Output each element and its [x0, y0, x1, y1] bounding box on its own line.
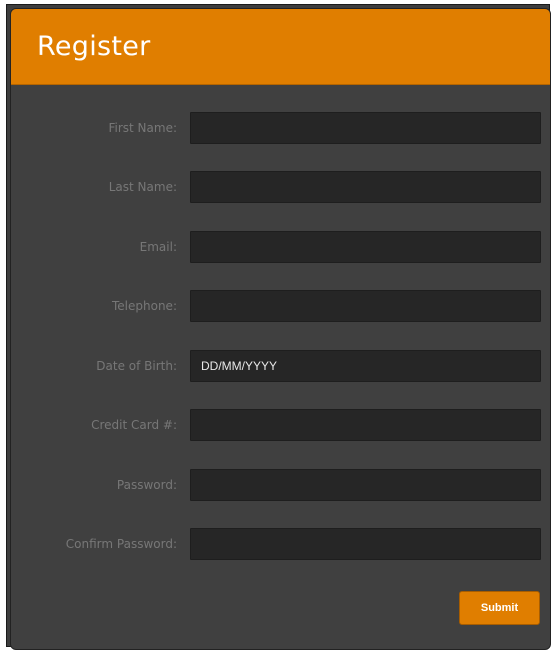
- form-row-date-of-birth: Date of Birth:: [11, 350, 550, 382]
- last-name-field[interactable]: [190, 171, 541, 203]
- telephone-label: Telephone:: [112, 299, 177, 313]
- form-row-confirm-password: Confirm Password:: [11, 528, 550, 560]
- telephone-field[interactable]: [190, 290, 541, 322]
- password-field[interactable]: [190, 469, 541, 501]
- confirm-password-label: Confirm Password:: [65, 537, 177, 551]
- first-name-label: First Name:: [108, 121, 177, 135]
- submit-button[interactable]: Submit: [459, 591, 540, 625]
- date-of-birth-field[interactable]: [190, 350, 541, 382]
- form-row-telephone: Telephone:: [11, 290, 550, 322]
- form-row-password: Password:: [11, 469, 550, 501]
- email-label: Email:: [139, 240, 177, 254]
- password-label: Password:: [116, 478, 177, 492]
- form-row-first-name: First Name:: [11, 112, 550, 144]
- form-row-email: Email:: [11, 231, 550, 263]
- credit-card-label: Credit Card #:: [91, 418, 177, 432]
- first-name-field[interactable]: [190, 112, 541, 144]
- date-of-birth-label: Date of Birth:: [96, 359, 177, 373]
- confirm-password-field[interactable]: [190, 528, 541, 560]
- form-row-last-name: Last Name:: [11, 171, 550, 203]
- last-name-label: Last Name:: [108, 180, 177, 194]
- credit-card-field[interactable]: [190, 409, 541, 441]
- page-title: Register: [37, 31, 151, 62]
- email-field[interactable]: [190, 231, 541, 263]
- register-panel: Register First Name: Last Name: Email: T…: [10, 8, 551, 650]
- panel-header: Register: [11, 9, 550, 85]
- form-row-credit-card: Credit Card #:: [11, 409, 550, 441]
